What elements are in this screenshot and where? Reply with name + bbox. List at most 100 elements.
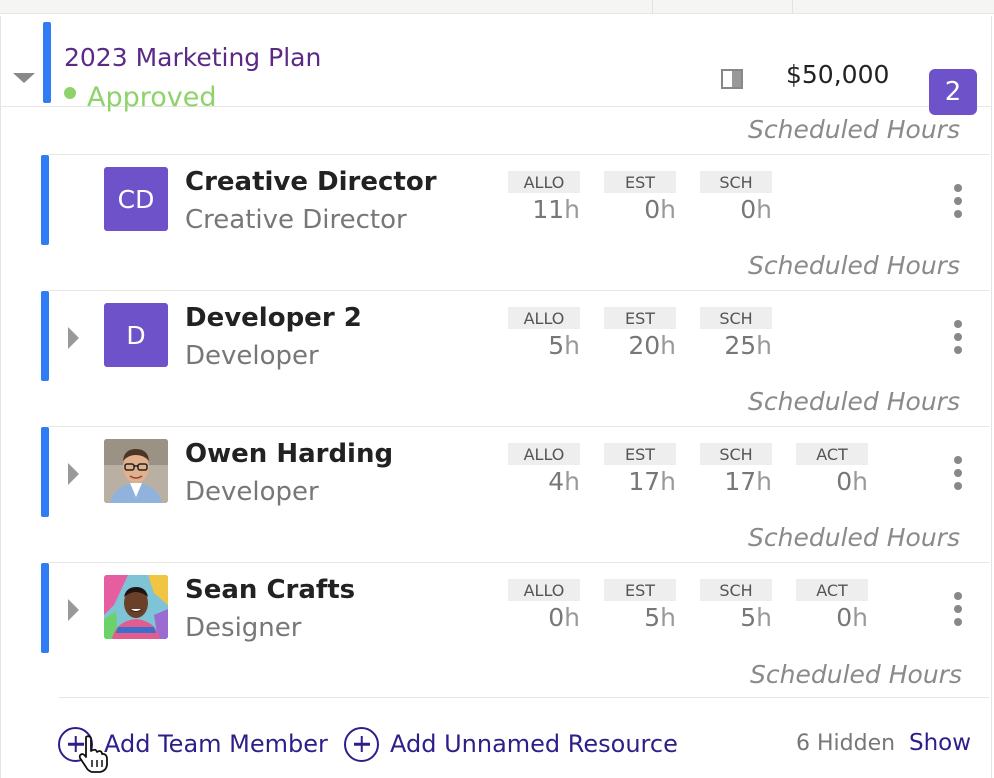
man-with-glasses-photo-icon (104, 439, 168, 503)
member-accent-bar (41, 427, 49, 517)
metric-estimated: EST 0h (604, 171, 676, 224)
avatar: D (104, 303, 168, 367)
add-unnamed-resource-button[interactable]: Add Unnamed Resource (344, 726, 678, 762)
column-divider (652, 0, 653, 14)
metric-scheduled: SCH 25h (700, 307, 772, 360)
project-header[interactable]: 2023 Marketing Plan Approved $50,000 2 (0, 16, 992, 115)
show-hidden-link[interactable]: Show (909, 730, 971, 756)
metric-scheduled: SCH 0h (700, 171, 772, 224)
metric-label: ALLO (508, 443, 580, 465)
metric-label: ALLO (508, 307, 580, 329)
metric-label: EST (604, 443, 676, 465)
metric-unit: h (756, 195, 772, 224)
member-role: Developer (185, 341, 319, 371)
metric-label: ALLO (508, 171, 580, 193)
metric-value: 5 (548, 331, 565, 360)
metric-unit: h (660, 603, 676, 632)
caret-right-icon[interactable] (68, 327, 79, 349)
row-divider (59, 697, 989, 698)
metric-label: EST (604, 307, 676, 329)
metric-unit: h (660, 331, 676, 360)
team-member-row: Scheduled Hours Owen Harding Developer A… (41, 379, 989, 517)
metric-label: ACT (796, 443, 868, 465)
metric-label: SCH (700, 307, 772, 329)
metric-unit: h (564, 603, 580, 632)
metric-unit: h (756, 467, 772, 496)
caret-right-icon[interactable] (68, 463, 79, 485)
project-accent-bar (43, 22, 51, 103)
metric-allocated: ALLO 11h (508, 171, 580, 224)
metric-value: 4 (548, 467, 565, 496)
member-name[interactable]: Owen Harding (185, 439, 393, 469)
avatar-initials: D (126, 320, 146, 350)
metric-allocated: ALLO 4h (508, 443, 580, 496)
avatar (104, 439, 168, 503)
metric-actual: ACT 0h (796, 443, 868, 496)
kebab-menu-icon[interactable] (953, 592, 963, 626)
metric-value: 0 (740, 195, 757, 224)
project-title[interactable]: 2023 Marketing Plan (64, 43, 321, 72)
member-role: Developer (185, 477, 319, 507)
caret-right-icon[interactable] (68, 599, 79, 621)
team-member-row: Scheduled Hours Sean Crafts Designer ALL… (41, 515, 989, 653)
metric-unit: h (660, 195, 676, 224)
row-divider (49, 290, 989, 291)
hidden-count: 6 Hidden (796, 731, 896, 756)
column-divider (792, 0, 793, 14)
avatar: CD (104, 167, 168, 231)
metric-label: SCH (700, 171, 772, 193)
kebab-menu-icon[interactable] (953, 320, 963, 354)
member-name[interactable]: Developer 2 (185, 303, 362, 333)
metric-label: EST (604, 171, 676, 193)
kebab-menu-icon[interactable] (953, 456, 963, 490)
caret-down-icon[interactable] (13, 73, 35, 83)
metric-estimated: EST 17h (604, 443, 676, 496)
kebab-menu-icon[interactable] (953, 184, 963, 218)
metric-estimated: EST 5h (604, 579, 676, 632)
project-budget: $50,000 (786, 60, 890, 89)
avatar (104, 575, 168, 639)
scheduled-hours-label: Scheduled Hours (748, 387, 960, 416)
metric-value: 11 (532, 195, 565, 224)
scheduled-hours-label: Scheduled Hours (748, 523, 960, 552)
metric-unit: h (564, 195, 580, 224)
member-name[interactable]: Sean Crafts (185, 575, 355, 605)
metric-value: 0 (644, 195, 661, 224)
metric-unit: h (756, 603, 772, 632)
metric-value: 25 (724, 331, 757, 360)
plus-circle-icon (344, 726, 379, 762)
add-team-member-label: Add Team Member (104, 730, 328, 758)
member-accent-bar (41, 563, 49, 653)
metric-scheduled: SCH 17h (700, 443, 772, 496)
hand-pointer-icon (78, 735, 108, 773)
metric-label: ACT (796, 579, 868, 601)
metric-estimated: EST 20h (604, 307, 676, 360)
scheduled-hours-label: Scheduled Hours (750, 660, 962, 689)
metric-value: 0 (836, 603, 853, 632)
team-member-row: Scheduled Hours D Developer 2 Developer … (41, 243, 989, 381)
add-unnamed-resource-label: Add Unnamed Resource (390, 730, 678, 758)
metric-allocated: ALLO 5h (508, 307, 580, 360)
metric-allocated: ALLO 0h (508, 579, 580, 632)
metric-value: 5 (740, 603, 757, 632)
scheduled-hours-label: Scheduled Hours (748, 115, 960, 144)
metric-unit: h (852, 467, 868, 496)
metric-value: 0 (836, 467, 853, 496)
row-divider (49, 426, 989, 427)
metric-label: SCH (700, 443, 772, 465)
scheduled-hours-label: Scheduled Hours (748, 251, 960, 280)
metric-label: SCH (700, 579, 772, 601)
metric-value: 20 (628, 331, 661, 360)
member-role: Creative Director (185, 205, 407, 235)
member-name[interactable]: Creative Director (185, 167, 437, 197)
panel-toggle-icon[interactable] (721, 69, 743, 89)
avatar-initials: CD (117, 184, 155, 214)
metric-value: 0 (548, 603, 565, 632)
metric-label: EST (604, 579, 676, 601)
metric-value: 5 (644, 603, 661, 632)
metric-value: 17 (628, 467, 661, 496)
member-accent-bar (41, 155, 49, 245)
metric-unit: h (852, 603, 868, 632)
metric-value: 17 (724, 467, 757, 496)
metric-unit: h (756, 331, 772, 360)
